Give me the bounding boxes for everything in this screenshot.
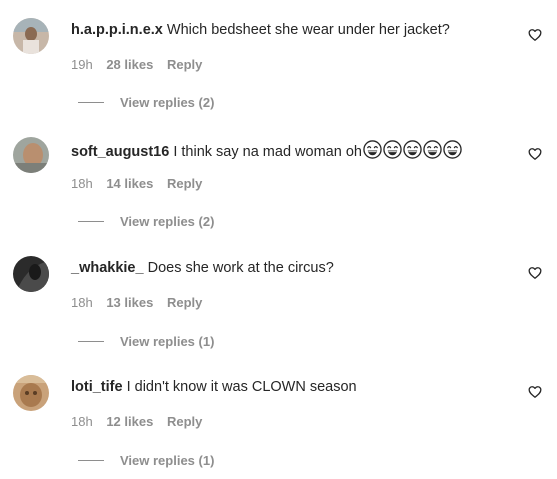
comment-text: I didn't know it was CLOWN season bbox=[126, 379, 357, 395]
heart-icon[interactable] bbox=[528, 266, 542, 280]
heart-icon[interactable] bbox=[528, 385, 542, 399]
reply-button[interactable]: Reply bbox=[167, 414, 202, 429]
reply-button[interactable]: Reply bbox=[167, 295, 202, 310]
view-replies-label: View replies (1) bbox=[120, 453, 215, 468]
heart-icon[interactable] bbox=[528, 147, 542, 161]
view-replies-button[interactable]: View replies (2) bbox=[78, 214, 214, 229]
comment-username[interactable]: loti_tife bbox=[71, 379, 123, 395]
comment-time[interactable]: 18h bbox=[71, 176, 93, 191]
comment-time[interactable]: 18h bbox=[71, 295, 93, 310]
comment-item: loti_tife I didn't know it was CLOWN sea… bbox=[0, 357, 557, 476]
heart-icon[interactable] bbox=[528, 28, 542, 42]
comment-likes[interactable]: 12 likes bbox=[106, 414, 153, 429]
avatar[interactable] bbox=[13, 375, 49, 411]
divider-dash bbox=[78, 102, 104, 103]
reply-button[interactable]: Reply bbox=[167, 176, 202, 191]
comment-text: I think say na mad woman oh bbox=[173, 144, 362, 160]
comment-likes[interactable]: 13 likes bbox=[106, 295, 153, 310]
view-replies-button[interactable]: View replies (2) bbox=[78, 95, 214, 110]
emoji-row bbox=[362, 140, 462, 160]
comment-line: h.a.p.p.i.n.e.x Which bedsheet she wear … bbox=[71, 21, 450, 39]
comment-meta: 19h 28 likes Reply bbox=[71, 57, 212, 72]
comment-meta: 18h 14 likes Reply bbox=[71, 176, 212, 191]
avatar[interactable] bbox=[13, 256, 49, 292]
comment-text: Does she work at the circus? bbox=[147, 260, 334, 276]
tears-of-joy-emoji-icon bbox=[363, 140, 382, 159]
comment-time[interactable]: 19h bbox=[71, 57, 93, 72]
comment-username[interactable]: h.a.p.p.i.n.e.x bbox=[71, 22, 163, 38]
tears-of-joy-emoji-icon bbox=[423, 140, 442, 159]
comment-line: _whakkie_ Does she work at the circus? bbox=[71, 259, 334, 277]
tears-of-joy-emoji-icon bbox=[443, 140, 462, 159]
comment-likes[interactable]: 28 likes bbox=[106, 57, 153, 72]
comment-line: loti_tife I didn't know it was CLOWN sea… bbox=[71, 378, 357, 396]
divider-dash bbox=[78, 341, 104, 342]
comment-item: soft_august16 I think say na mad woman o… bbox=[0, 119, 557, 238]
divider-dash bbox=[78, 460, 104, 461]
view-replies-label: View replies (2) bbox=[120, 214, 215, 229]
comment-meta: 18h 13 likes Reply bbox=[71, 295, 212, 310]
comment-username[interactable]: _whakkie_ bbox=[71, 260, 144, 276]
tears-of-joy-emoji-icon bbox=[403, 140, 422, 159]
comment-username[interactable]: soft_august16 bbox=[71, 144, 169, 160]
comment-meta: 18h 12 likes Reply bbox=[71, 414, 212, 429]
comment-item: _whakkie_ Does she work at the circus? 1… bbox=[0, 238, 557, 357]
view-replies-button[interactable]: View replies (1) bbox=[78, 334, 214, 349]
view-replies-label: View replies (2) bbox=[120, 95, 215, 110]
reply-button[interactable]: Reply bbox=[167, 57, 202, 72]
avatar[interactable] bbox=[13, 137, 49, 173]
view-replies-button[interactable]: View replies (1) bbox=[78, 453, 214, 468]
comment-item: h.a.p.p.i.n.e.x Which bedsheet she wear … bbox=[0, 0, 557, 119]
comment-line: soft_august16 I think say na mad woman o… bbox=[71, 140, 462, 161]
comment-time[interactable]: 18h bbox=[71, 414, 93, 429]
comment-text: Which bedsheet she wear under her jacket… bbox=[166, 22, 450, 38]
comment-likes[interactable]: 14 likes bbox=[106, 176, 153, 191]
divider-dash bbox=[78, 221, 104, 222]
tears-of-joy-emoji-icon bbox=[383, 140, 402, 159]
avatar[interactable] bbox=[13, 18, 49, 54]
view-replies-label: View replies (1) bbox=[120, 334, 215, 349]
